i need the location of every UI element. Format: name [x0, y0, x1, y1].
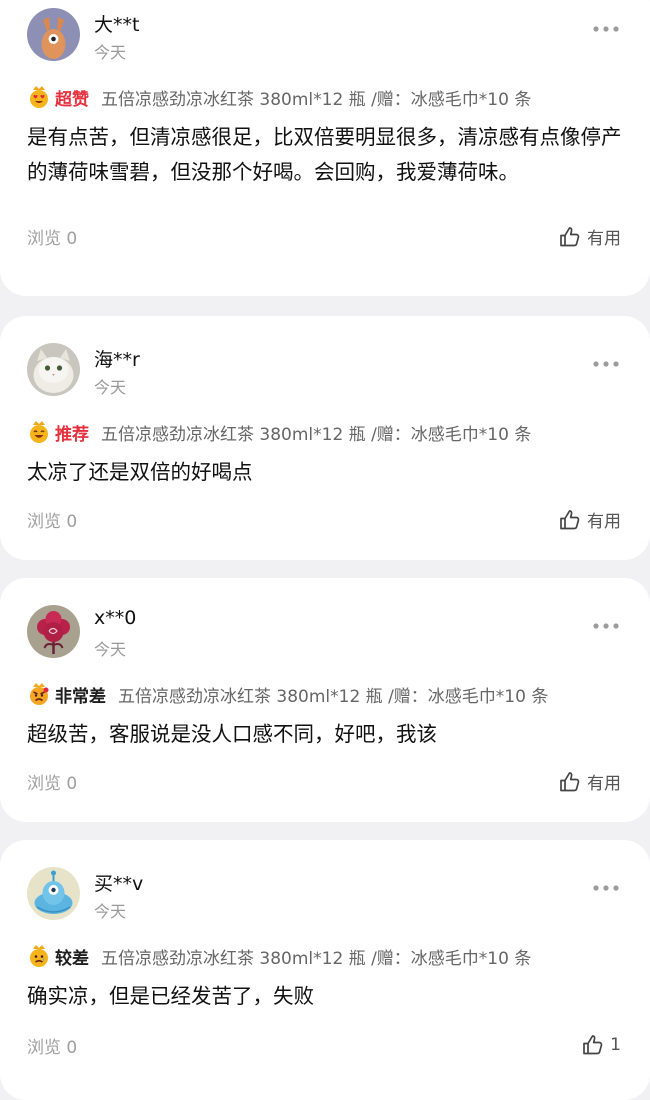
- view-count: 浏览 0: [27, 1038, 78, 1058]
- sad-emoji-icon: [27, 944, 51, 968]
- thumbs-up-icon: [560, 509, 580, 529]
- review-date: 今天: [94, 902, 127, 921]
- helpful-label: 有用: [587, 774, 621, 794]
- review-card: 海**r 今天 推荐 五倍凉感劲凉冰红茶 380ml*12 瓶 /赠：冰感毛巾*…: [0, 316, 650, 560]
- reviewer-name[interactable]: 买**v: [94, 869, 143, 896]
- rating-label: 推荐: [55, 424, 89, 445]
- view-count: 浏览 0: [27, 774, 78, 794]
- thumbs-up-icon: [560, 226, 580, 246]
- review-feed: 大**t 今天 超赞 五倍凉感劲凉冰红茶 380ml*12 瓶 /赠：冰感毛巾*…: [0, 0, 650, 1100]
- product-spec: 五倍凉感劲凉冰红茶 380ml*12 瓶 /赠：冰感毛巾*10 条: [118, 686, 549, 707]
- helpful-button[interactable]: 1: [581, 1033, 621, 1057]
- flower-avatar-icon[interactable]: [27, 605, 80, 658]
- grinning-emoji-icon: [27, 420, 51, 444]
- rating-line: 较差 五倍凉感劲凉冰红茶 380ml*12 瓶 /赠：冰感毛巾*10 条: [27, 943, 531, 969]
- review-date: 今天: [94, 640, 127, 659]
- more-options-icon[interactable]: [592, 883, 620, 893]
- helpful-count: 1: [610, 1035, 621, 1055]
- view-count: 浏览 0: [27, 512, 78, 532]
- review-text: 超级苦，客服说是没人口感不同，好吧，我该: [27, 722, 437, 746]
- product-spec: 五倍凉感劲凉冰红茶 380ml*12 瓶 /赠：冰感毛巾*10 条: [101, 424, 532, 445]
- deer-avatar-icon[interactable]: [27, 8, 80, 61]
- product-spec: 五倍凉感劲凉冰红茶 380ml*12 瓶 /赠：冰感毛巾*10 条: [101, 948, 532, 969]
- helpful-label: 有用: [587, 512, 621, 532]
- review-card: 大**t 今天 超赞 五倍凉感劲凉冰红茶 380ml*12 瓶 /赠：冰感毛巾*…: [0, 0, 650, 296]
- alien-avatar-icon[interactable]: [27, 867, 80, 920]
- helpful-button[interactable]: 有用: [558, 224, 621, 249]
- more-options-icon[interactable]: [592, 359, 620, 369]
- review-card: 买**v 今天 较差 五倍凉感劲凉冰红茶 380ml*12 瓶 /赠：冰感毛巾*…: [0, 840, 650, 1100]
- review-date: 今天: [94, 378, 127, 397]
- thumbs-up-icon: [583, 1035, 603, 1055]
- rating-line: 推荐 五倍凉感劲凉冰红茶 380ml*12 瓶 /赠：冰感毛巾*10 条: [27, 419, 531, 445]
- review-text: 确实凉，但是已经发苦了，失败: [27, 984, 314, 1008]
- review-text: 是有点苦，但清凉感很足，比双倍要明显很多，清凉感有点像停产的薄荷味雪碧，但没那个…: [27, 125, 622, 184]
- product-spec: 五倍凉感劲凉冰红茶 380ml*12 瓶 /赠：冰感毛巾*10 条: [101, 89, 532, 110]
- review-card: x**0 今天 非常差 五倍凉感劲凉冰红茶 380ml*12 瓶 /赠：冰感毛巾…: [0, 578, 650, 822]
- reviewer-name[interactable]: 大**t: [94, 10, 139, 37]
- helpful-button[interactable]: 有用: [558, 769, 621, 794]
- review-text: 太凉了还是双倍的好喝点: [27, 460, 253, 484]
- helpful-button[interactable]: 有用: [558, 507, 621, 532]
- heart-eyes-emoji-icon: [27, 85, 51, 109]
- rating-line: 超赞 五倍凉感劲凉冰红茶 380ml*12 瓶 /赠：冰感毛巾*10 条: [27, 84, 531, 110]
- rating-label: 较差: [55, 948, 89, 969]
- reviewer-name[interactable]: 海**r: [94, 345, 140, 372]
- helpful-label: 有用: [587, 229, 621, 249]
- rating-label: 非常差: [55, 686, 106, 707]
- cat-avatar-icon[interactable]: [27, 343, 80, 396]
- thumbs-up-icon: [560, 771, 580, 791]
- more-options-icon[interactable]: [592, 24, 620, 34]
- reviewer-name[interactable]: x**0: [94, 607, 136, 629]
- angry-emoji-icon: [27, 682, 51, 706]
- rating-label: 超赞: [55, 89, 89, 110]
- more-options-icon[interactable]: [592, 621, 620, 631]
- view-count: 浏览 0: [27, 229, 78, 249]
- review-date: 今天: [94, 43, 127, 62]
- rating-line: 非常差 五倍凉感劲凉冰红茶 380ml*12 瓶 /赠：冰感毛巾*10 条: [27, 681, 548, 707]
